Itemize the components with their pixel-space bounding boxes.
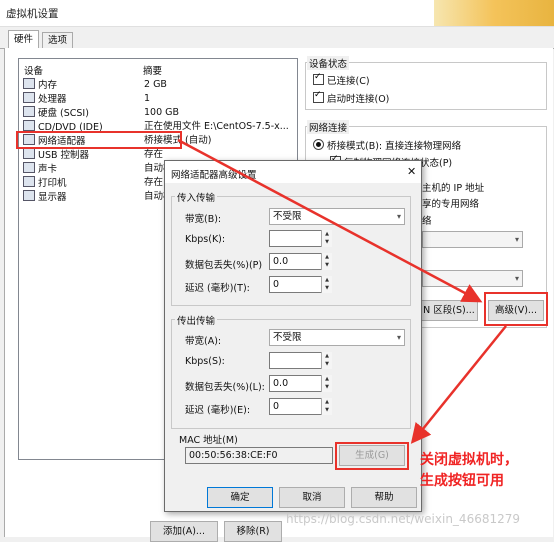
annotation-line-1: 关闭虚拟机时， <box>420 452 518 468</box>
annotation-line-2: 生成按钮可用 <box>420 473 504 489</box>
arrow-to-advanced <box>177 138 483 303</box>
annotation-text: 关闭虚拟机时， 生成按钮可用 <box>420 450 518 492</box>
watermark-text: https://blog.csdn.net/weixin_46681279 <box>286 512 521 526</box>
arrow-to-generate <box>410 325 507 444</box>
